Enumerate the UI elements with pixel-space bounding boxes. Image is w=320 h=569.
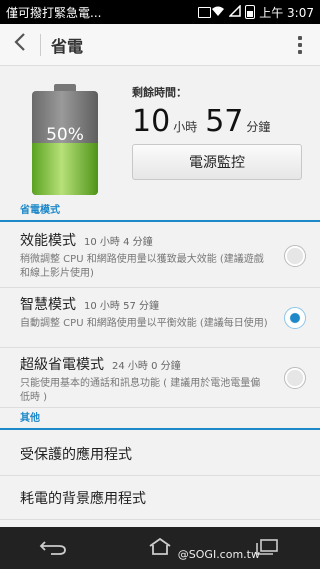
battery-summary: 50% 剩餘時間： 10 小時 57 分鐘 電源監控	[0, 66, 320, 200]
overflow-menu-button[interactable]	[280, 24, 320, 66]
mode-duration: 10 小時 57 分鐘	[84, 301, 159, 312]
battery-percent: 50%	[46, 125, 84, 145]
chevron-left-icon	[14, 32, 26, 57]
section-header-other: 其他	[0, 410, 320, 430]
mode-description: 稍微調整 CPU 和網路使用量以獲致最大效能 (建議遊戲和線上影片使用)	[20, 254, 264, 279]
navigation-bar	[0, 527, 320, 569]
hours-unit: 小時	[173, 120, 198, 134]
battery-level-icon: 50%	[32, 84, 98, 202]
protected-apps-item[interactable]: 受保護的應用程式	[0, 434, 320, 476]
mode-duration: 10 小時 4 分鐘	[84, 237, 153, 248]
radio-performance[interactable]	[284, 244, 306, 267]
watermark: @SOGI.com.tw	[177, 548, 260, 561]
power-monitor-button[interactable]: 電源監控	[132, 144, 302, 180]
status-notification: 僅可撥打緊急電...	[6, 5, 102, 20]
status-time: 上午 3:07	[259, 5, 314, 20]
back-button[interactable]	[0, 24, 40, 66]
mode-title: 效能模式	[20, 233, 76, 249]
action-bar: 省電	[0, 24, 320, 66]
mode-description: 自動調整 CPU 和網路使用量以平衡效能 (建議每日使用)	[20, 318, 268, 329]
mode-description: 只能使用基本的通話和訊息功能 ( 建議用於電池電量偏低時 )	[20, 378, 261, 403]
mode-title: 智慧模式	[20, 297, 76, 313]
back-arrow-icon	[39, 536, 67, 560]
nav-back-button[interactable]	[38, 535, 68, 561]
status-bar: 僅可撥打緊急電... 上午 3:07	[0, 0, 320, 24]
minutes-unit: 分鐘	[246, 120, 271, 134]
home-icon	[148, 536, 172, 560]
battery-status-icon	[245, 5, 256, 19]
page-title: 省電	[51, 36, 84, 56]
mode-duration: 24 小時 0 分鐘	[112, 361, 181, 372]
remaining-time-label: 剩餘時間：	[132, 86, 187, 99]
status-icons: 上午 3:07	[211, 3, 314, 21]
mode-performance[interactable]: 效能模式 10 小時 4 分鐘 稍微調整 CPU 和網路使用量以獲致最大效能 (…	[0, 224, 320, 288]
remaining-minutes: 57	[205, 104, 244, 139]
battery-fill	[32, 143, 98, 195]
radio-smart[interactable]	[284, 306, 306, 329]
signal-icon	[228, 3, 241, 20]
mode-ultra-saving[interactable]: 超級省電模式 24 小時 0 分鐘 只能使用基本的通話和訊息功能 ( 建議用於電…	[0, 348, 320, 408]
wifi-icon	[211, 5, 225, 20]
mode-title: 超級省電模式	[20, 357, 104, 373]
battery-body: 50%	[32, 91, 98, 195]
more-vertical-icon	[298, 35, 302, 54]
mode-smart[interactable]: 智慧模式 10 小時 57 分鐘 自動調整 CPU 和網路使用量以平衡效能 (建…	[0, 288, 320, 348]
nav-home-button[interactable]	[145, 535, 175, 561]
remaining-hours: 10	[132, 104, 171, 139]
image-notification-icon	[198, 6, 212, 18]
section-header-power-saving: 省電模式	[0, 202, 320, 222]
radio-ultra-saving[interactable]	[284, 366, 306, 389]
background-apps-item[interactable]: 耗電的背景應用程式	[0, 478, 320, 520]
remaining-time-value: 10 小時 57 分鐘	[132, 104, 278, 139]
